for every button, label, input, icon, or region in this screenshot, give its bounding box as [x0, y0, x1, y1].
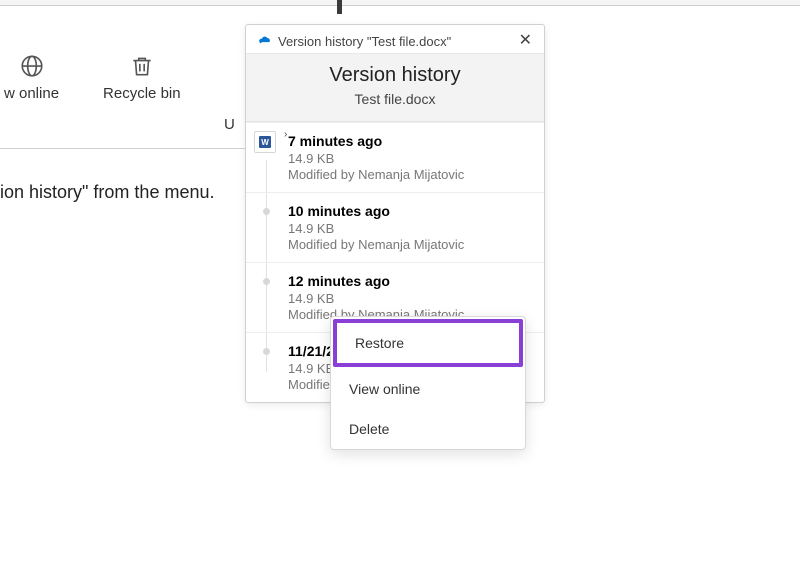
ruler-tick [337, 0, 342, 14]
globe-icon [19, 53, 45, 79]
version-modified-by: Modified by Nemanja Mijatovic [288, 237, 532, 252]
version-time: 10 minutes ago [288, 203, 532, 219]
recycle-bin-tool[interactable]: Recycle bin [103, 53, 181, 102]
version-size: 14.9 KB [288, 151, 532, 166]
version-modified-by: Modified by Nemanja Mijatovic [288, 167, 532, 182]
context-restore[interactable]: Restore [333, 319, 523, 367]
version-size: 14.9 KB [288, 291, 532, 306]
version-item[interactable]: 10 minutes ago 14.9 KB Modified by Neman… [246, 192, 544, 262]
dialog-titlebar: Version history "Test file.docx" ✕ [246, 25, 544, 53]
toolbar-underline [0, 148, 262, 149]
dialog-title: Version history [246, 64, 544, 87]
word-file-icon: W [254, 131, 276, 153]
dialog-header: Version history Test file.docx [246, 53, 544, 122]
dialog-window-title: Version history "Test file.docx" [278, 34, 451, 49]
dialog-subtitle: Test file.docx [246, 91, 544, 107]
onedrive-cloud-icon [258, 34, 272, 48]
version-item[interactable]: W › 7 minutes ago 14.9 KB Modified by Ne… [246, 122, 544, 192]
timeline-dot [263, 208, 270, 215]
recycle-bin-label: Recycle bin [103, 85, 181, 102]
background-toolbar: w online Recycle bin [0, 53, 262, 102]
trash-icon [129, 53, 155, 79]
version-context-menu: Restore View online Delete [330, 316, 526, 450]
version-time: 12 minutes ago [288, 273, 532, 289]
context-delete[interactable]: Delete [331, 409, 525, 449]
close-button[interactable]: ✕ [519, 33, 532, 49]
view-online-label: w online [4, 85, 59, 102]
timeline-dot [263, 348, 270, 355]
version-size: 14.9 KB [288, 221, 532, 236]
current-version-marker: › [284, 129, 287, 140]
context-view-online[interactable]: View online [331, 369, 525, 409]
truncated-tool-label: U [224, 116, 235, 133]
window-top-border [0, 0, 800, 6]
view-online-tool[interactable]: w online [4, 53, 59, 102]
background-text-fragment: ion history" from the menu. [0, 182, 214, 203]
timeline-dot [263, 278, 270, 285]
version-time: 7 minutes ago [288, 133, 532, 149]
